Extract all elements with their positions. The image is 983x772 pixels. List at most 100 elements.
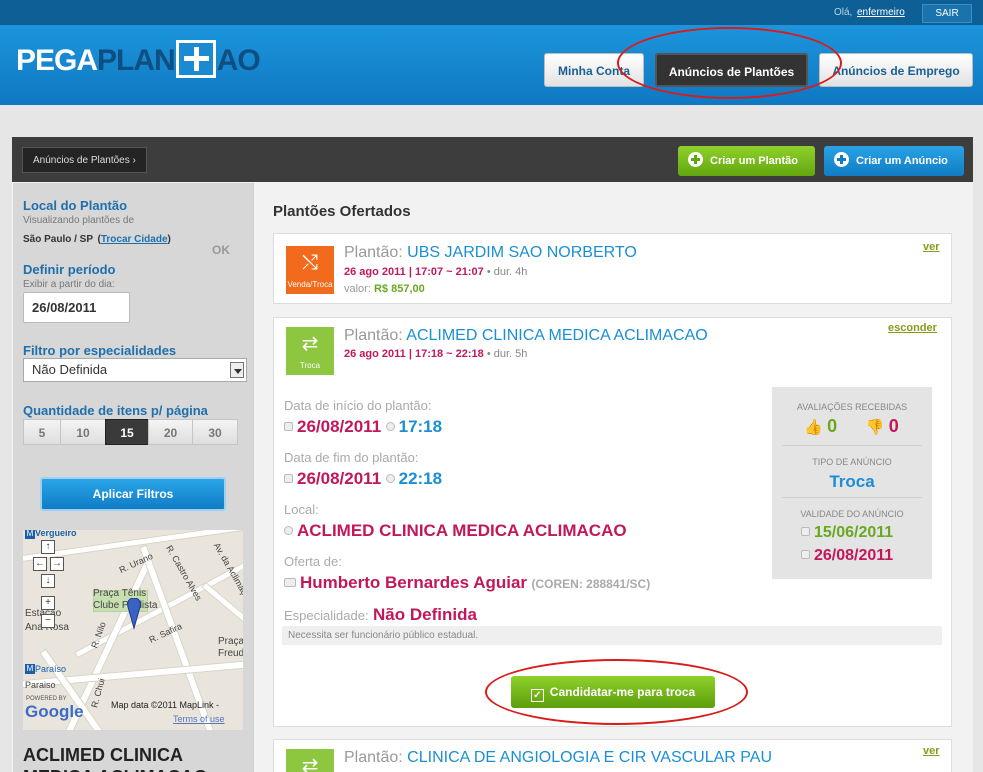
clock-icon [385, 422, 395, 431]
valid-to-row: 26/08/2011 [801, 547, 893, 565]
start-time: 17:18 [398, 417, 443, 436]
specialty-label: Especialidade: [284, 608, 369, 623]
per-page-title: Quantidade de itens p/ página [23, 403, 208, 418]
logo-cross-icon [175, 40, 216, 78]
location-title: Local do Plantão [23, 198, 128, 213]
shift-duration: • dur. 5h [486, 348, 528, 360]
logout-button[interactable]: SAIR [922, 4, 972, 23]
map-label: Freud [218, 648, 243, 659]
logo-text-2: PLAN [97, 43, 176, 77]
calendar-icon [284, 474, 293, 483]
offer-value: Humberto Bernardes Aguiar (COREN: 288841… [284, 573, 650, 593]
greeting: Olá, [834, 7, 853, 18]
user-link[interactable]: enfermeiro [857, 7, 905, 18]
metro-icon: M [25, 664, 35, 674]
ad-type-title: TIPO DE ANÚNCIO [812, 457, 892, 467]
shift-label: Plantão: [344, 749, 403, 766]
specialty-value: Não Definida [373, 605, 477, 624]
per-page-5[interactable]: 5 [23, 419, 61, 445]
pan-up-icon[interactable]: ↑ [41, 540, 55, 554]
create-shift-button[interactable]: Criar um Plantão [678, 146, 815, 176]
offer-coren: (COREN: 288841/SC) [531, 577, 651, 591]
location-line: São Paulo / SP (Trocar Cidade) [23, 234, 171, 245]
per-page-15[interactable]: 15 [105, 419, 149, 445]
value-label: valor: [344, 283, 371, 295]
plus-icon [688, 152, 703, 167]
end-label: Data de fim do plantão: [284, 450, 419, 465]
thumbs-up-icon: 👍 [804, 419, 823, 436]
zoom-out-icon[interactable]: − [41, 614, 55, 628]
valid-from: 15/06/2011 [814, 524, 894, 541]
map-label: Praça [218, 636, 243, 647]
ad-type: Troca [829, 472, 875, 491]
shift-type-label: Venda/Troca [287, 280, 333, 289]
ratings-row: 👍 0 👎 0 [804, 416, 899, 437]
ratings-title: AVALIAÇÕES RECEBIDAS [796, 402, 908, 412]
shift-datetime-text: 26 ago 2011 | 17:07 ~ 21:07 [344, 266, 484, 278]
per-page-10[interactable]: 10 [60, 419, 106, 445]
hide-link[interactable]: esconder [888, 322, 937, 334]
pan-left-icon[interactable]: ← [33, 557, 47, 571]
value-amount: R$ 857,00 [373, 283, 425, 295]
specialty-title: Filtro por especialidades [23, 343, 177, 358]
nav-job-ads[interactable]: Anúncios de Emprego [819, 53, 973, 87]
per-page-20[interactable]: 20 [148, 419, 193, 445]
date-input[interactable]: 26/08/2011 [23, 292, 130, 323]
swap-sell-icon: ⤭ Venda/Troca [286, 246, 334, 294]
specialty-row: Especialidade: Não Definida [284, 605, 477, 625]
map-label: Clube Paulista [93, 600, 158, 611]
thumbs-down-icon: 👎 [865, 419, 885, 436]
view-link[interactable]: ver [923, 241, 940, 253]
shift-title[interactable]: Plantão: UBS JARDIM SAO NORBERTO [344, 244, 637, 262]
arrow-down-icon [801, 550, 810, 559]
map[interactable]: Vergueiro R. Urano R. Castro Alves Av. d… [23, 530, 243, 730]
logo-text-3: AO [216, 43, 261, 77]
breadcrumb[interactable]: Anúncios de Plantões › [22, 147, 147, 173]
chevron-down-icon[interactable] [230, 362, 244, 378]
valid-from-row: 15/06/2011 [801, 524, 893, 542]
shift-name: ACLIMED CLINICA MEDICA ACLIMACAO [406, 327, 708, 344]
specialty-select[interactable]: Não Definida [23, 358, 247, 382]
specialty-select-value: Não Definida [32, 362, 108, 377]
logo-text-1: PEGA [16, 43, 98, 77]
shift-datetime: 26 ago 2011 | 17:18 ~ 22:18 • dur. 5h [344, 348, 527, 360]
map-label: Vergueiro [35, 530, 77, 538]
create-ad-button[interactable]: Criar um Anúncio [824, 146, 964, 176]
location-city: São Paulo / SP [23, 234, 94, 245]
plus-circle-icon [284, 526, 293, 535]
logo[interactable]: PEGAPLAN AO [16, 40, 261, 83]
shift-datetime: 26 ago 2011 | 17:07 ~ 21:07 • dur. 4h [344, 266, 527, 278]
google-logo: Google [25, 702, 84, 721]
start-label: Data de início do plantão: [284, 398, 432, 413]
map-label: Paraíso [35, 664, 67, 674]
apply-filters-button[interactable]: Aplicar Filtros [40, 477, 226, 511]
validity-title: VALIDADE DO ANÚNCIO [800, 509, 904, 519]
ok-button[interactable]: OK [212, 243, 230, 257]
shift-label: Plantão: [344, 244, 403, 261]
shift-title[interactable]: Plantão: ACLIMED CLINICA MEDICA ACLIMACA… [344, 327, 708, 345]
zoom-in-icon[interactable]: + [41, 596, 55, 610]
shift-label: Plantão: [344, 327, 403, 344]
place-label: Local: [284, 502, 319, 517]
swap-icon: ⇄Troca [286, 749, 334, 772]
period-title: Definir período [23, 262, 116, 277]
view-link[interactable]: ver [923, 745, 940, 757]
section-title: Plantões Ofertados [273, 203, 411, 220]
sidebar-bottom-title: ACLIMED CLINICA MEDICA ACLIMACAO [23, 745, 208, 772]
pan-right-icon[interactable]: → [50, 557, 64, 571]
divider [782, 445, 922, 446]
metro-icon: M [25, 530, 35, 539]
map-terms-link[interactable]: Terms of use [173, 714, 225, 724]
calendar-icon [284, 422, 293, 431]
map-marker-icon[interactable] [127, 598, 141, 630]
pan-down-icon[interactable]: ↓ [41, 574, 55, 588]
ratings-up: 0 [827, 416, 838, 436]
id-card-icon [284, 578, 296, 587]
create-ad-label: Criar um Anúncio [856, 155, 948, 167]
create-shift-label: Criar um Plantão [710, 155, 799, 167]
shift-name: CLINICA DE ANGIOLOGIA E CIR VASCULAR PAU [407, 749, 773, 766]
per-page-30[interactable]: 30 [192, 419, 238, 445]
end-value: 26/08/2011 22:18 [284, 469, 442, 489]
change-city-link[interactable]: Trocar Cidade [101, 234, 168, 245]
shift-title[interactable]: Plantão: CLINICA DE ANGIOLOGIA E CIR VAS… [344, 749, 772, 767]
